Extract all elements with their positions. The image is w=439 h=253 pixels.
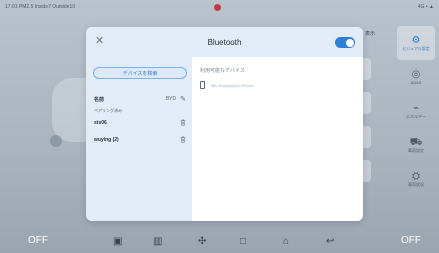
- name-label: 名前: [94, 96, 105, 103]
- car-status-icon: ⛭: [412, 170, 420, 182]
- steering-icon: ◎: [411, 69, 421, 80]
- bluetooth-dialog: ✕ Bluetooth デバイスを検索 名前 BYD ✎ ペアリング済み sts…: [86, 27, 363, 221]
- side-item-visual[interactable]: ⚙ ビジュアル設定: [397, 26, 435, 60]
- side-item-label: ADAS: [410, 80, 422, 85]
- side-navigation: ⚙ ビジュアル設定 ◎ ADAS ⌁ エネルギー ⛟ 車両設定 ⛭ 車両状況: [397, 26, 435, 216]
- edit-icon[interactable]: ✎: [180, 95, 186, 103]
- home-icon[interactable]: ⌂: [283, 236, 289, 247]
- car-icon: ⛟: [409, 136, 423, 148]
- bottom-bar: OFF ▣ ▥ ✣ □ ⌂ ↩ OFF: [0, 231, 439, 253]
- device-name-row: 名前 BYD ✎: [94, 95, 186, 103]
- background-bluetooth-icon: [50, 135, 62, 147]
- square-icon[interactable]: □: [240, 236, 246, 247]
- right-climate-off-button[interactable]: OFF: [401, 235, 421, 246]
- available-devices-label: 利用可能なデバイス: [200, 68, 245, 74]
- available-device-item[interactable]: Mix Nwaaaaaa's iPhone: [200, 81, 254, 89]
- available-devices-panel: 利用可能なデバイス Mix Nwaaaaaa's iPhone: [192, 57, 363, 221]
- side-item-label: エネルギー: [406, 113, 426, 119]
- energy-icon: ⌁: [412, 102, 420, 114]
- fan-icon[interactable]: ✣: [198, 236, 206, 247]
- phone-icon: [200, 81, 205, 89]
- status-text: 17:01 PM2.5 Inside7 Outside19: [5, 4, 76, 10]
- search-devices-button[interactable]: デバイスを検索: [93, 67, 187, 79]
- side-item-label: ビジュアル設定: [402, 45, 430, 51]
- device-settings-panel: デバイスを検索 名前 BYD ✎ ペアリング済み sts06 wuying (2…: [86, 57, 192, 221]
- dialog-header: ✕ Bluetooth: [86, 27, 363, 57]
- gear-icon: ⚙: [411, 34, 421, 46]
- name-value: BYD: [165, 96, 177, 102]
- paired-device-item[interactable]: wuying (2): [94, 136, 186, 143]
- background-label: 表示: [365, 31, 376, 37]
- back-icon[interactable]: ↩: [326, 236, 334, 247]
- paired-device-name: wuying (2): [94, 136, 119, 143]
- paired-device-name: sts06: [94, 119, 107, 126]
- pause-icon[interactable]: ▥: [153, 236, 162, 247]
- side-item-adas[interactable]: ◎ ADAS: [397, 60, 435, 94]
- available-device-name: Mix Nwaaaaaa's iPhone: [211, 82, 254, 88]
- side-item-vehicle-status[interactable]: ⛭ 車両状況: [397, 162, 435, 196]
- side-item-label: 車両状況: [408, 181, 424, 187]
- side-item-energy[interactable]: ⌁ エネルギー: [397, 94, 435, 128]
- bluetooth-toggle[interactable]: [335, 37, 355, 48]
- status-right-text: 4G • ▲: [417, 4, 434, 10]
- trash-icon[interactable]: [180, 119, 186, 126]
- left-climate-off-button[interactable]: OFF: [28, 235, 48, 246]
- trash-icon[interactable]: [180, 136, 186, 143]
- record-indicator-icon: [214, 4, 221, 11]
- paired-devices-label: ペアリング済み: [94, 108, 122, 113]
- camera-icon[interactable]: ▣: [113, 236, 122, 247]
- toggle-knob: [345, 38, 354, 47]
- dialog-title: Bluetooth: [207, 38, 242, 47]
- side-item-vehicle-settings[interactable]: ⛟ 車両設定: [397, 128, 435, 162]
- side-item-label: 車両設定: [408, 147, 424, 153]
- paired-device-item[interactable]: sts06: [94, 119, 186, 126]
